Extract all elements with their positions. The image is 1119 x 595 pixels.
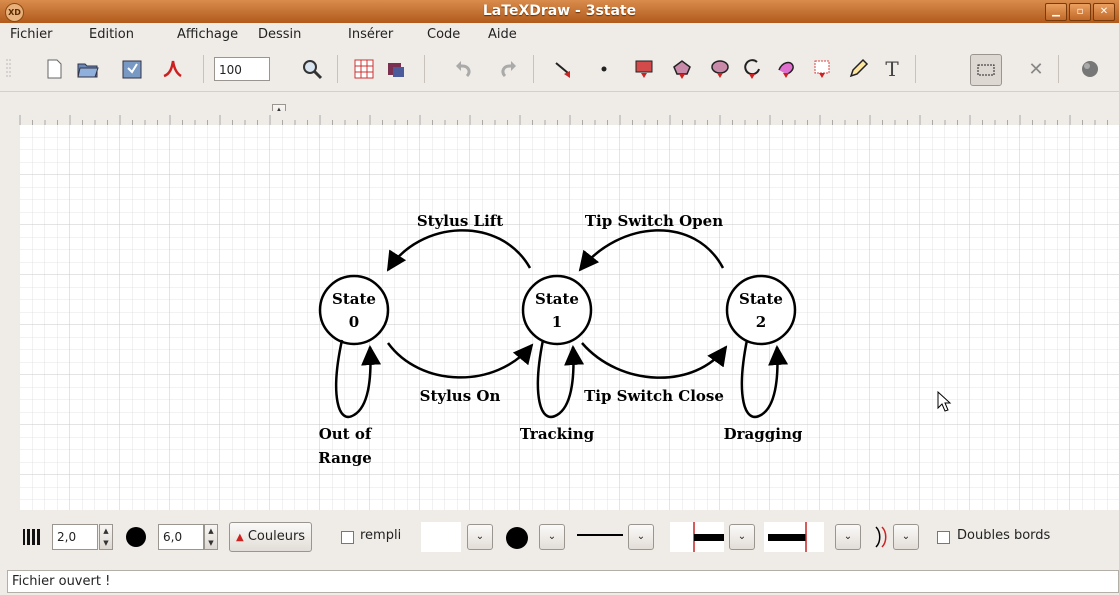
grid-icon[interactable] bbox=[352, 57, 376, 81]
horizontal-ruler bbox=[0, 111, 1119, 125]
state-0-number: 0 bbox=[349, 313, 359, 331]
triangle-up-icon: ▲ bbox=[236, 532, 244, 543]
close-icon[interactable]: ✕ bbox=[1093, 3, 1115, 21]
dot-size-input[interactable]: 6,0 bbox=[158, 524, 204, 550]
undo-icon[interactable] bbox=[452, 57, 476, 81]
fill-style-dropdown[interactable]: ⌄ bbox=[467, 524, 493, 550]
dot-size-icon bbox=[124, 525, 148, 553]
label-tip-switch-close: Tip Switch Close bbox=[584, 387, 724, 405]
double-border-dropdown[interactable]: ⌄ bbox=[893, 524, 919, 550]
border-position-icon bbox=[504, 525, 530, 555]
fill-label: rempli bbox=[360, 528, 402, 543]
text-tool-icon[interactable]: T bbox=[880, 57, 904, 81]
redo-icon[interactable] bbox=[496, 57, 520, 81]
maximize-icon[interactable]: ▫ bbox=[1069, 3, 1091, 21]
right-arrow-style-preview bbox=[764, 522, 824, 552]
line-style-dropdown[interactable]: ⌄ bbox=[628, 524, 654, 550]
colors-button-label: Couleurs bbox=[247, 529, 306, 544]
thickness-input[interactable]: 2,0 bbox=[52, 524, 98, 550]
arc-tool-icon[interactable] bbox=[740, 57, 764, 81]
menu-edition[interactable]: Edition bbox=[89, 27, 134, 42]
main-toolbar: 100 ▲▼ T ✕ bbox=[0, 47, 1119, 128]
open-folder-icon[interactable] bbox=[76, 57, 100, 81]
minimize-icon[interactable]: ▁ bbox=[1045, 3, 1067, 21]
label-dragging: Dragging bbox=[724, 425, 803, 443]
state-2[interactable]: State 2 bbox=[725, 274, 797, 346]
polygon-tool-icon[interactable] bbox=[670, 57, 694, 81]
state-2-label: State bbox=[739, 290, 783, 308]
ellipse-tool-icon[interactable] bbox=[708, 57, 732, 81]
label-out-of-range-line1: Out of bbox=[319, 425, 373, 443]
state-0[interactable]: State 0 bbox=[318, 274, 390, 346]
menu-bar: Fichier Edition Affichage Dessin Insérer… bbox=[0, 23, 1119, 47]
right-arrow-dropdown[interactable]: ⌄ bbox=[835, 524, 861, 550]
zoom-icon[interactable] bbox=[300, 57, 324, 81]
line-tool-icon[interactable] bbox=[552, 57, 576, 81]
dot-size-stepper[interactable]: ▲ ▼ bbox=[204, 524, 218, 550]
dot-tool-icon[interactable] bbox=[592, 57, 616, 81]
thickness-stepper[interactable]: ▲ ▼ bbox=[99, 524, 113, 550]
pencil-tool-icon[interactable] bbox=[846, 57, 870, 81]
menu-inserer[interactable]: Insérer bbox=[348, 27, 393, 42]
window-title: LaTeXDraw - 3state bbox=[482, 3, 637, 19]
menu-code[interactable]: Code bbox=[427, 27, 460, 42]
delete-icon[interactable]: ✕ bbox=[1024, 57, 1048, 81]
fill-color-preview[interactable] bbox=[421, 522, 461, 552]
label-tip-switch-open: Tip Switch Open bbox=[585, 212, 723, 230]
menu-aide[interactable]: Aide bbox=[488, 27, 517, 42]
double-border-checkbox[interactable] bbox=[937, 531, 950, 544]
line-style-preview bbox=[577, 534, 623, 536]
menu-affichage[interactable]: Affichage bbox=[177, 27, 238, 42]
left-arrow-style-preview bbox=[670, 522, 724, 552]
state-0-label: State bbox=[332, 290, 376, 308]
state-1-number: 1 bbox=[552, 313, 562, 331]
label-out-of-range-line2: Range bbox=[318, 449, 371, 467]
zoom-input[interactable]: 100 bbox=[214, 57, 270, 81]
state-1[interactable]: State 1 bbox=[521, 274, 593, 346]
menu-dessin[interactable]: Dessin bbox=[258, 27, 301, 42]
double-border-style-icon bbox=[872, 525, 890, 553]
colors-button[interactable]: ▲ Couleurs bbox=[229, 522, 313, 552]
title-bar: XD LaTeXDraw - 3state ▁ ▫ ✕ bbox=[0, 0, 1119, 23]
sphere-icon[interactable] bbox=[1078, 57, 1102, 81]
layer-icon[interactable] bbox=[384, 57, 408, 81]
state-2-number: 2 bbox=[756, 313, 766, 331]
fill-checkbox[interactable] bbox=[341, 531, 354, 544]
label-stylus-on: Stylus On bbox=[420, 387, 501, 405]
properties-bar: 2,0 ▲ ▼ 6,0 ▲ ▼ ▲ Couleurs rempli ⌄ ⌄ ⌄ ⌄ … bbox=[0, 515, 1119, 559]
grid-shape-tool-icon[interactable] bbox=[810, 57, 834, 81]
toolbar-handle[interactable] bbox=[4, 57, 12, 81]
select-tool-icon[interactable] bbox=[970, 54, 1002, 86]
border-position-dropdown[interactable]: ⌄ bbox=[539, 524, 565, 550]
bezier-tool-icon[interactable] bbox=[774, 57, 798, 81]
save-icon[interactable] bbox=[120, 57, 144, 81]
double-border-label: Doubles bords bbox=[957, 528, 1051, 543]
new-file-icon[interactable] bbox=[42, 57, 66, 81]
left-arrow-dropdown[interactable]: ⌄ bbox=[729, 524, 755, 550]
label-tracking: Tracking bbox=[520, 425, 595, 443]
state-1-label: State bbox=[535, 290, 579, 308]
menu-fichier[interactable]: Fichier bbox=[10, 27, 53, 42]
label-stylus-lift: Stylus Lift bbox=[417, 212, 503, 230]
line-thickness-icon bbox=[22, 528, 40, 550]
export-pdf-icon[interactable] bbox=[160, 57, 184, 81]
drawing-canvas[interactable]: State 0 State 1 State 2 Stylus Lift Tip … bbox=[20, 125, 1119, 510]
rectangle-tool-icon[interactable] bbox=[632, 57, 656, 81]
status-bar: Fichier ouvert ! bbox=[7, 570, 1119, 593]
